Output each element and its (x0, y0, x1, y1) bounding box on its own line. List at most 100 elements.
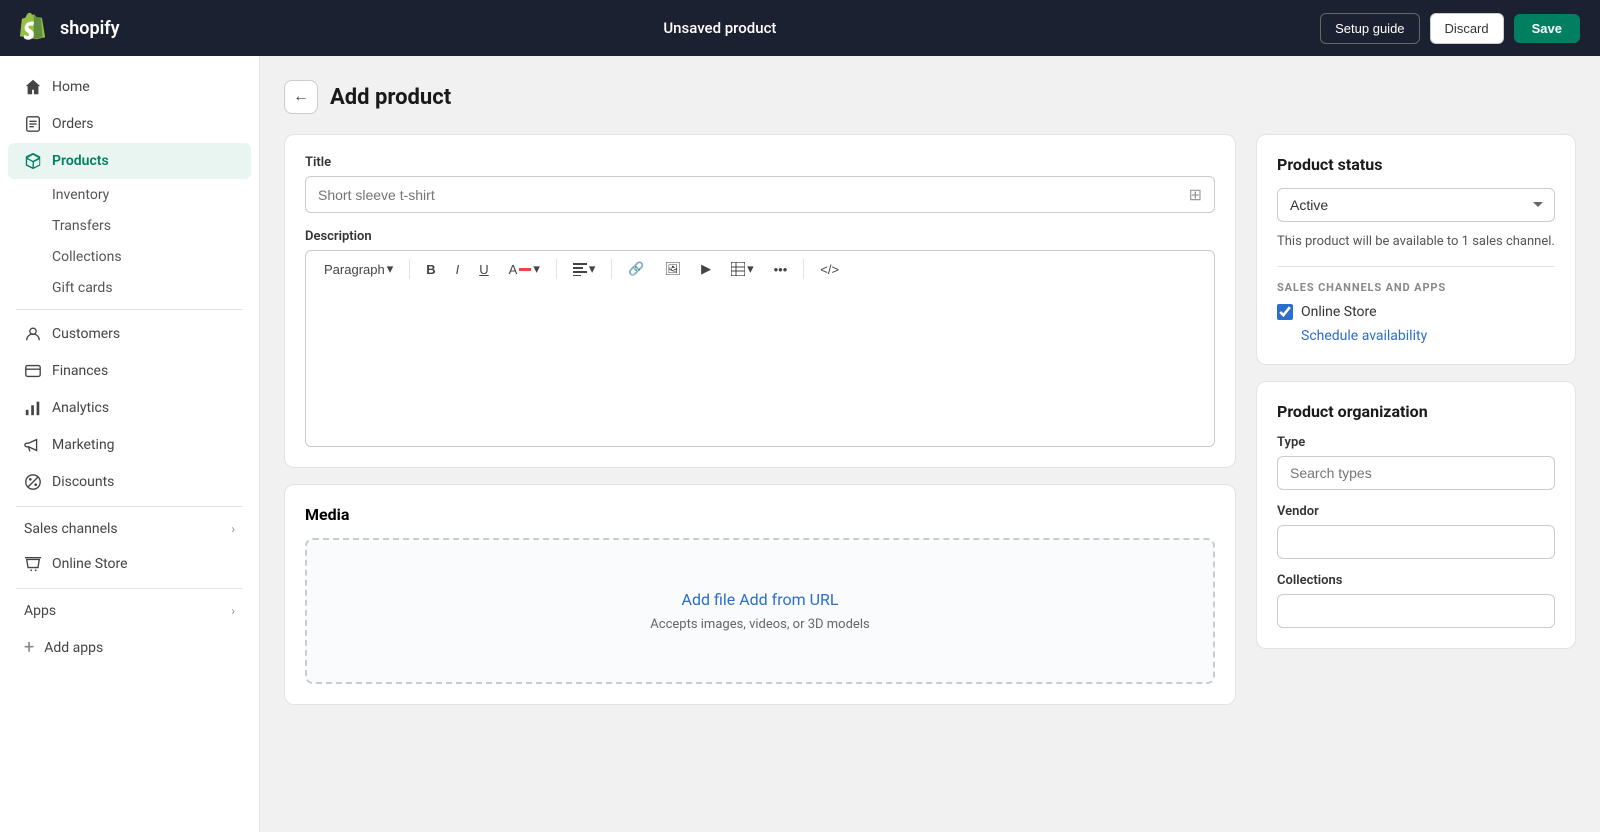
sidebar-item-finances[interactable]: Finances (8, 353, 251, 389)
toolbar-sep-2 (556, 259, 557, 279)
table-arrow: ▾ (747, 261, 754, 277)
section-divider-1 (1277, 266, 1555, 267)
online-store-checkbox-row: Online Store (1277, 304, 1555, 320)
sidebar-online-store-label: Online Store (52, 556, 128, 572)
content-layout: Title ⊞ Description Paragraph ▾ B (284, 134, 1576, 705)
sidebar-orders-label: Orders (52, 116, 94, 132)
sidebar-discounts-label: Discounts (52, 474, 114, 490)
product-organization-card: Product organization Type Vendor Collect… (1256, 381, 1576, 649)
finances-icon (24, 362, 42, 380)
vendor-input-wrapper[interactable] (1277, 525, 1555, 559)
status-select[interactable]: Active Draft (1277, 188, 1555, 222)
sidebar-marketing-label: Marketing (52, 437, 115, 453)
sidebar-apps-header[interactable]: Apps › (8, 595, 251, 627)
main-content: ← Add product Title ⊞ Description (260, 56, 1600, 832)
description-body[interactable] (305, 287, 1215, 447)
type-input-wrapper[interactable] (1277, 456, 1555, 490)
sidebar-finances-label: Finances (52, 363, 108, 379)
add-from-url-link[interactable]: Add from URL (739, 590, 838, 609)
collections-input-wrapper[interactable] (1277, 594, 1555, 628)
sidebar-item-transfers[interactable]: Transfers (8, 211, 251, 241)
toolbar-sep-3 (611, 259, 612, 279)
media-drop-zone[interactable]: Add file Add from URL Accepts images, vi… (305, 538, 1215, 684)
sidebar-item-customers[interactable]: Customers (8, 316, 251, 352)
text-color-icon: A (509, 262, 518, 277)
sidebar-item-marketing[interactable]: Marketing (8, 427, 251, 463)
title-input-wrapper[interactable]: ⊞ (305, 176, 1215, 213)
dropdown-arrow: ▾ (387, 261, 394, 277)
toolbar-sep-1 (409, 259, 410, 279)
online-store-icon (24, 555, 42, 573)
paragraph-label: Paragraph (324, 262, 385, 277)
sidebar-item-analytics[interactable]: Analytics (8, 390, 251, 426)
online-store-checkbox[interactable] (1277, 304, 1293, 320)
logo: shopify (20, 12, 120, 44)
video-button[interactable]: ▶ (693, 257, 719, 281)
apps-label: Apps (24, 603, 56, 619)
sidebar-divider-1 (16, 309, 243, 310)
sidebar-divider-2 (16, 506, 243, 507)
page-title: Add product (330, 85, 451, 110)
back-button[interactable]: ← (284, 80, 318, 114)
sidebar: Home Orders Products Inventory Transfers… (0, 56, 260, 832)
sidebar-item-home[interactable]: Home (8, 69, 251, 105)
sidebar-item-gift-cards[interactable]: Gift cards (8, 273, 251, 303)
product-status-card: Product status Active Draft This product… (1256, 134, 1576, 365)
collections-input[interactable] (1290, 603, 1542, 619)
media-card: Media Add file Add from URL Accepts imag… (284, 484, 1236, 705)
align-button[interactable]: ▾ (565, 257, 604, 281)
topbar: shopify Unsaved product Setup guide Disc… (0, 0, 1600, 56)
table-button[interactable]: ▾ (723, 257, 762, 281)
paragraph-dropdown[interactable]: Paragraph ▾ (316, 257, 401, 281)
save-button[interactable]: Save (1514, 14, 1580, 43)
add-icon: + (24, 637, 34, 658)
app-body: Home Orders Products Inventory Transfers… (0, 56, 1600, 832)
media-label: Media (305, 505, 1215, 524)
schedule-availability-link[interactable]: Schedule availability (1277, 328, 1555, 344)
bold-button[interactable]: B (418, 258, 443, 281)
media-hint: Accepts images, videos, or 3D models (327, 617, 1193, 632)
setup-guide-button[interactable]: Setup guide (1320, 13, 1419, 44)
more-button[interactable]: ••• (766, 258, 796, 281)
sidebar-item-products[interactable]: Products (8, 143, 251, 179)
page-tab-title: Unsaved product (663, 19, 776, 37)
discard-button[interactable]: Discard (1430, 13, 1504, 44)
title-label: Title (305, 155, 1215, 170)
sidebar-item-inventory[interactable]: Inventory (8, 180, 251, 210)
customers-icon (24, 325, 42, 343)
org-title: Product organization (1277, 402, 1555, 421)
underline-button[interactable]: U (471, 258, 496, 281)
products-icon (24, 152, 42, 170)
code-button[interactable]: </> (812, 258, 847, 281)
ai-icon: ⊞ (1189, 185, 1202, 204)
chevron-right-icon-2: › (231, 604, 235, 618)
media-drop-actions: Add file Add from URL (327, 590, 1193, 609)
image-button[interactable]: 🖼 (657, 257, 690, 281)
sidebar-products-label: Products (52, 153, 109, 169)
status-note: This product will be available to 1 sale… (1277, 232, 1555, 252)
online-store-checkbox-label[interactable]: Online Store (1301, 304, 1377, 320)
page-header: ← Add product (284, 80, 1576, 114)
link-button[interactable]: 🔗 (620, 257, 652, 281)
sidebar-item-orders[interactable]: Orders (8, 106, 251, 142)
marketing-icon (24, 436, 42, 454)
sidebar-item-add-apps[interactable]: + Add apps (8, 628, 251, 667)
add-apps-label: Add apps (44, 640, 103, 656)
product-status-title: Product status (1277, 155, 1555, 174)
text-color-button[interactable]: A ▾ (501, 257, 548, 281)
sidebar-analytics-label: Analytics (52, 400, 109, 416)
vendor-input[interactable] (1290, 534, 1542, 550)
content-sidebar-panel: Product status Active Draft This product… (1256, 134, 1576, 705)
sidebar-item-online-store[interactable]: Online Store (8, 546, 251, 582)
discounts-icon (24, 473, 42, 491)
sidebar-sales-channels[interactable]: Sales channels › (8, 513, 251, 545)
sidebar-item-discounts[interactable]: Discounts (8, 464, 251, 500)
type-input[interactable] (1290, 465, 1542, 481)
italic-button[interactable]: I (448, 258, 468, 281)
collections-label: Collections (1277, 573, 1555, 588)
title-input[interactable] (318, 187, 1189, 203)
sidebar-item-collections[interactable]: Collections (8, 242, 251, 272)
add-file-link[interactable]: Add file (682, 590, 736, 609)
description-toolbar: Paragraph ▾ B I U A ▾ (305, 250, 1215, 287)
orders-icon (24, 115, 42, 133)
